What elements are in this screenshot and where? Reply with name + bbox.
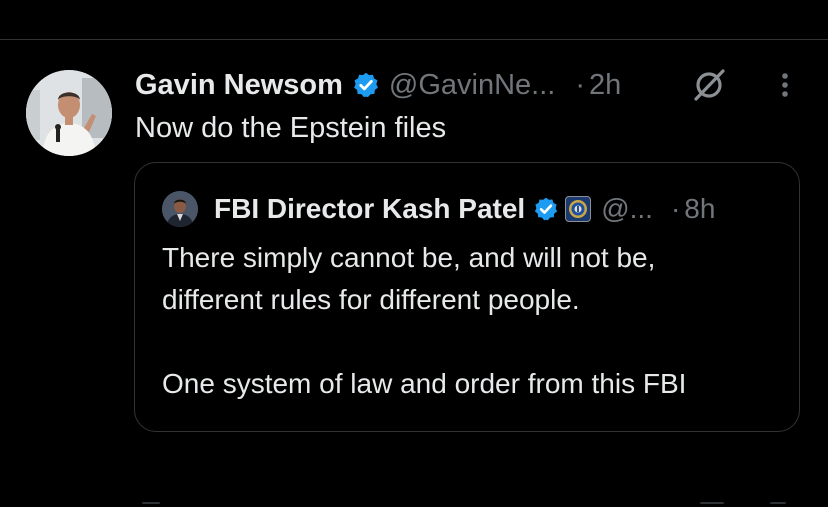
tweet-text: Now do the Epstein files [135,112,447,144]
author-handle[interactable]: @GavinNe... [389,69,555,102]
fbi-seal-icon[interactable] [565,196,592,222]
grok-icon[interactable] [690,67,730,103]
quoted-header-separator: · [670,193,681,224]
quoted-author-handle[interactable]: @... [601,193,653,225]
author-name[interactable]: Gavin Newsom [135,69,343,102]
author-avatar[interactable] [26,70,112,156]
quoted-text-line: One system of law and order from this FB… [162,368,687,399]
post-time[interactable]: 2h [589,69,621,102]
quoted-text-line: There simply cannot be, and will not be, [162,242,656,273]
quoted-author-avatar[interactable] [162,191,198,227]
verified-badge-icon[interactable] [352,71,380,99]
quoted-avatar-photo [162,191,198,227]
quoted-tweet-header: FBI Director Kash Patel @... · 8h [214,189,715,229]
quoted-tweet-card[interactable]: FBI Director Kash Patel @... · 8h There … [134,162,800,432]
quoted-tweet-text: There simply cannot be, and will not be,… [162,237,782,405]
tweet-header: Gavin Newsom @GavinNe... · 2h [135,65,621,105]
header-separator: · [575,68,586,101]
action-bar-partial [0,500,828,507]
quoted-text-line: different rules for different people. [162,284,580,315]
verified-badge-icon[interactable] [533,196,559,222]
quoted-post-time[interactable]: 8h [684,193,715,225]
quoted-text-blank-line [162,321,782,363]
more-vertical-icon[interactable] [770,67,800,103]
avatar-photo [26,70,112,156]
tweet[interactable]: Gavin Newsom @GavinNe... · 2h Now do the… [0,40,828,504]
quoted-author-name[interactable]: FBI Director Kash Patel [214,193,525,225]
